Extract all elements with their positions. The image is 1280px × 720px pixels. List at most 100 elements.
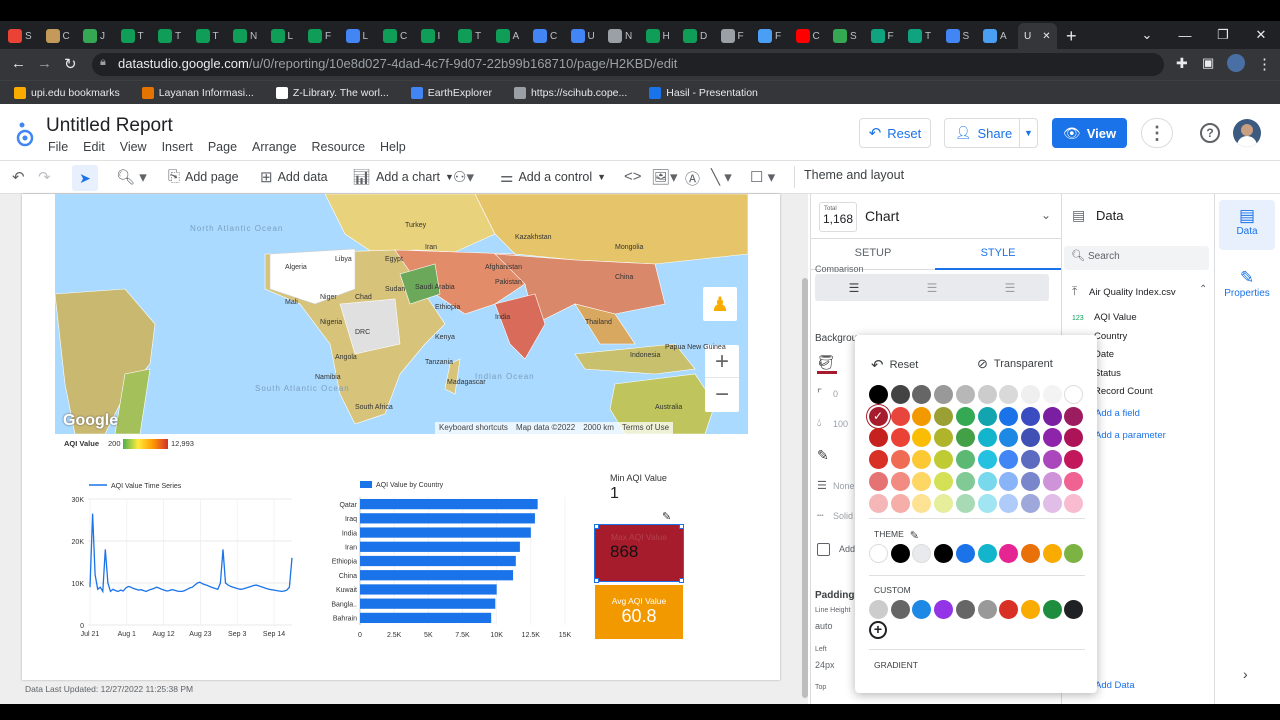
image-icon[interactable]: 🖼︎▾	[651, 168, 678, 186]
custom-color-swatch[interactable]	[1064, 600, 1084, 619]
bar[interactable]	[360, 555, 516, 567]
menu-help[interactable]: Help	[380, 140, 406, 154]
color-swatch[interactable]: ✓	[869, 406, 888, 426]
add-control-button[interactable]: ⚌ Add a control ▼	[500, 168, 606, 186]
color-swatch[interactable]	[1020, 450, 1040, 470]
menu-insert[interactable]: Insert	[162, 140, 193, 154]
color-swatch[interactable]	[955, 385, 975, 404]
color-swatch[interactable]	[934, 450, 954, 470]
shape-icon[interactable]: ☐ ▾	[750, 168, 775, 186]
border-weight-icon[interactable]: ☰	[817, 479, 827, 492]
browser-tab[interactable]: D	[683, 25, 707, 47]
bookmark-item[interactable]: EarthExplorer	[410, 86, 492, 99]
extensions-icon[interactable]: ✚	[1176, 55, 1188, 72]
color-swatch[interactable]	[890, 406, 910, 426]
color-swatch[interactable]	[999, 406, 1019, 426]
avg-aqi-scorecard[interactable]: Avg AQI Value 60.8	[595, 585, 683, 639]
time-series-chart[interactable]: AQI Value Time Series 0 10K 20K 30K Jul 21 Aug…	[55, 475, 300, 645]
add-data-button[interactable]: ⊞ Add data	[260, 168, 328, 186]
menu-arrange[interactable]: Arrange	[252, 140, 296, 154]
color-swatch[interactable]	[999, 428, 1019, 448]
browser-tab[interactable]: T	[908, 25, 931, 47]
color-swatch[interactable]	[977, 385, 997, 404]
color-swatch[interactable]	[955, 493, 975, 513]
line-height-value[interactable]: auto	[815, 621, 833, 631]
select-pointer-icon[interactable]: ➤	[72, 165, 98, 191]
restore-icon[interactable]: ❐	[1204, 21, 1242, 49]
zoom-out-button[interactable]: −	[705, 378, 739, 411]
resize-handle[interactable]	[679, 578, 684, 583]
sidebar-tab-data[interactable]: ▤ Data	[1219, 200, 1275, 250]
alignment-toggle[interactable]: ☰ ☰ ☰	[815, 274, 1049, 301]
menu-resource[interactable]: Resource	[312, 140, 366, 154]
view-button[interactable]: 👁︎ View	[1052, 118, 1127, 148]
color-swatch[interactable]	[912, 493, 932, 513]
bar[interactable]	[360, 598, 496, 609]
field-item[interactable]: 123 AQI Value	[1072, 312, 1202, 323]
bar[interactable]	[360, 612, 492, 624]
menu-file[interactable]: File	[48, 140, 68, 154]
color-swatch[interactable]	[999, 450, 1019, 470]
add-parameter-link[interactable]: Add a parameter	[1095, 430, 1166, 441]
border-style-value[interactable]: Solid	[833, 511, 853, 521]
color-swatch[interactable]	[1042, 471, 1062, 491]
resize-handle[interactable]	[594, 578, 599, 583]
color-swatch[interactable]	[869, 493, 888, 513]
add-page-button[interactable]: ⎘ Add page	[168, 168, 239, 185]
color-swatch[interactable]	[934, 493, 954, 513]
browser-tab[interactable]: S	[945, 25, 969, 47]
browser-tab[interactable]: L	[345, 25, 368, 47]
color-swatch[interactable]	[1020, 428, 1040, 448]
zoom-icon[interactable]: 🔍︎ ▾	[116, 168, 147, 186]
bookmark-item[interactable]: upi.edu bookmarks	[14, 86, 120, 99]
align-left-icon[interactable]: ☰	[849, 281, 860, 295]
color-swatch[interactable]	[869, 428, 888, 448]
bar-chart[interactable]: AQI Value by Country 0 2.5K 5K 7.5K 10K 12.5K 1…	[320, 475, 585, 645]
color-swatch[interactable]	[1042, 450, 1062, 470]
canvas-scrollbar[interactable]	[802, 278, 808, 698]
edit-theme-icon[interactable]: ✎	[910, 529, 919, 542]
align-right-icon[interactable]: ☰	[1005, 281, 1016, 295]
color-swatch[interactable]	[1042, 406, 1062, 426]
color-swatch[interactable]	[999, 493, 1019, 513]
profile-avatar[interactable]	[1227, 54, 1245, 72]
color-swatch[interactable]	[999, 385, 1019, 404]
color-swatch[interactable]	[912, 406, 932, 426]
browser-tab[interactable]: I	[420, 25, 440, 47]
color-swatch[interactable]	[955, 450, 975, 470]
opacity-icon[interactable]: 💧︎	[817, 417, 821, 430]
browser-tab[interactable]: U	[570, 25, 595, 47]
expand-icon[interactable]: ⌃	[1199, 284, 1207, 295]
color-swatch[interactable]	[1064, 493, 1084, 513]
share-button[interactable]: 👤︎ Share ▼	[944, 118, 1038, 148]
community-viz-icon[interactable]: ⚇▾	[453, 168, 474, 186]
fill-color-icon[interactable]: 🪣︎	[817, 354, 835, 371]
browser-tab[interactable]: F	[720, 25, 744, 47]
browser-tab[interactable]: A	[495, 25, 519, 47]
browser-tab[interactable]: S	[8, 25, 32, 47]
data-source-name[interactable]: Air Quality Index.csv	[1089, 287, 1176, 298]
color-swatch[interactable]	[977, 471, 997, 491]
browser-tab[interactable]: L	[270, 25, 293, 47]
theme-color-swatch[interactable]	[977, 544, 997, 563]
color-swatch[interactable]	[890, 493, 910, 513]
color-swatch[interactable]	[1064, 406, 1084, 426]
color-swatch[interactable]	[977, 493, 997, 513]
map-footer-item[interactable]: Terms of Use	[622, 423, 669, 433]
browser-menu-icon[interactable]: ⋮	[1257, 55, 1272, 73]
address-bar[interactable]: 🔒︎ datastudio.google.com/u/0/reporting/1…	[92, 53, 1164, 76]
color-swatch[interactable]	[912, 450, 932, 470]
color-swatch[interactable]	[1020, 406, 1040, 426]
border-radius-icon[interactable]: ⌜	[817, 387, 822, 400]
browser-tab[interactable]: T	[195, 25, 219, 47]
browser-tab[interactable]: C	[533, 25, 557, 47]
border-style-icon[interactable]: ┄	[817, 509, 824, 522]
minimize-icon[interactable]: —	[1166, 21, 1204, 49]
color-swatch[interactable]	[977, 450, 997, 470]
border-color-icon[interactable]: ✎	[817, 447, 829, 464]
custom-color-swatch[interactable]	[869, 600, 888, 619]
menu-page[interactable]: Page	[208, 140, 237, 154]
color-swatch[interactable]	[869, 450, 888, 470]
redo-icon[interactable]: ↷	[38, 168, 51, 186]
user-avatar[interactable]	[1233, 119, 1261, 147]
